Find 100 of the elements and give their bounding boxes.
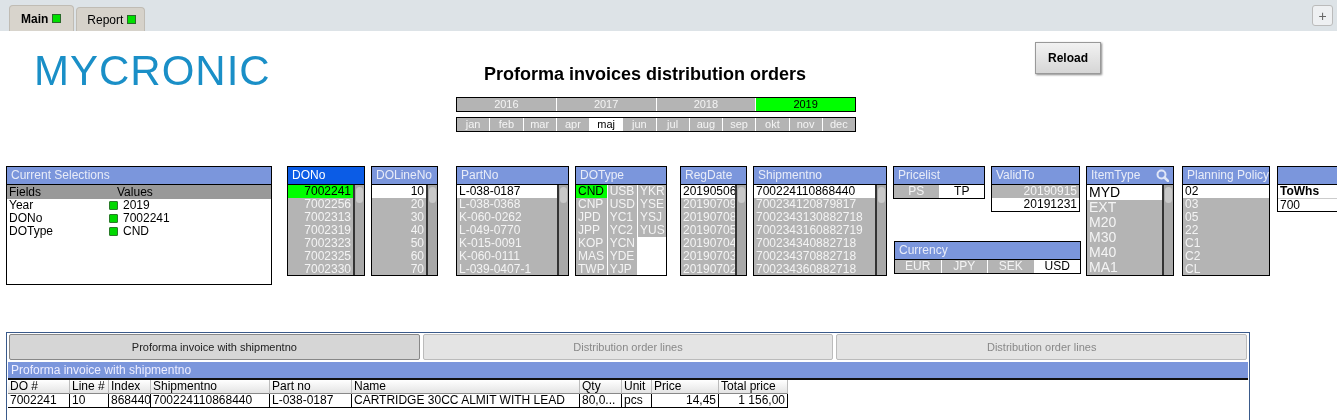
list-item[interactable]: YUS xyxy=(637,224,666,237)
month-item[interactable]: nov xyxy=(788,118,822,131)
scroll-thumb[interactable] xyxy=(356,187,363,203)
list-item[interactable]: M20 xyxy=(1087,215,1162,230)
list-item[interactable]: L-049-0770 xyxy=(457,224,557,237)
list-item[interactable]: 03 xyxy=(1183,198,1269,211)
list-item[interactable]: TWP xyxy=(576,263,607,275)
list-item[interactable]: 05 xyxy=(1183,211,1269,224)
list-item[interactable]: USB xyxy=(606,185,637,198)
scroll-thumb[interactable] xyxy=(738,187,745,203)
list-item[interactable]: 20190506 xyxy=(681,185,735,198)
list-item[interactable]: PS xyxy=(894,185,939,198)
list-item[interactable]: TP xyxy=(938,185,984,198)
list-item[interactable]: KOP xyxy=(576,237,607,250)
list-item[interactable]: K-060-0262 xyxy=(457,211,557,224)
list-item[interactable]: 40 xyxy=(372,224,426,237)
scroll-thumb[interactable] xyxy=(560,187,567,203)
list-item[interactable]: 30 xyxy=(372,211,426,224)
month-item[interactable]: okt xyxy=(755,118,789,131)
list-item[interactable]: 02 xyxy=(1183,185,1269,198)
list-item[interactable]: USD xyxy=(1033,260,1080,273)
list-item[interactable]: C1 xyxy=(1183,237,1269,250)
list-item[interactable]: YC1 xyxy=(606,211,637,224)
list-item[interactable]: 10 xyxy=(372,185,426,198)
list-item[interactable]: YDE xyxy=(606,250,637,263)
view-button[interactable]: Distribution order lines xyxy=(422,334,834,360)
list-item[interactable]: 7002313 xyxy=(288,211,353,224)
list-item[interactable]: L-038-0368 xyxy=(457,198,557,211)
list-item[interactable]: MA1 xyxy=(1087,260,1162,275)
month-item[interactable]: aug xyxy=(688,118,722,131)
list-item[interactable]: 700234370882718 xyxy=(754,250,875,263)
month-item[interactable]: apr xyxy=(555,118,589,131)
scroll-thumb[interactable] xyxy=(429,187,436,203)
list-item[interactable]: SEK xyxy=(987,260,1034,273)
list-item[interactable]: EXT xyxy=(1087,200,1162,215)
scroll-thumb[interactable] xyxy=(878,187,885,203)
month-item[interactable]: jul xyxy=(655,118,689,131)
list-item[interactable]: CND xyxy=(576,185,607,198)
list-item[interactable]: C2 xyxy=(1183,250,1269,263)
list-item[interactable]: 700234120879817 xyxy=(754,198,875,211)
list-item[interactable]: YSJ xyxy=(637,211,666,224)
list-item[interactable]: EUR xyxy=(895,260,941,273)
list-item[interactable]: L-038-0187 xyxy=(457,185,557,198)
month-item[interactable]: jun xyxy=(622,118,656,131)
scrollbar[interactable] xyxy=(557,185,568,275)
list-item[interactable]: K-015-0091 xyxy=(457,237,557,250)
list-item[interactable]: 7002323 xyxy=(288,237,353,250)
list-item[interactable]: 50 xyxy=(372,237,426,250)
year-item[interactable]: 2017 xyxy=(555,98,656,111)
view-button[interactable]: Proforma invoice with shipmentno xyxy=(9,334,420,360)
list-item[interactable]: 20190703 xyxy=(681,250,735,263)
list-item[interactable]: 20190702 xyxy=(681,263,735,275)
list-item[interactable]: 700234360882718 xyxy=(754,263,875,275)
sheet-tab[interactable]: Report xyxy=(76,7,146,31)
list-item[interactable]: YCN xyxy=(606,237,637,250)
list-item[interactable]: 70 xyxy=(372,263,426,275)
list-item[interactable]: 20190709 xyxy=(681,198,735,211)
list-item[interactable]: CL xyxy=(1183,263,1269,275)
add-tab-button[interactable]: + xyxy=(1312,5,1333,26)
month-item[interactable]: jan xyxy=(457,118,490,131)
list-item[interactable]: 20190705 xyxy=(681,224,735,237)
scroll-thumb[interactable] xyxy=(1165,187,1172,203)
list-item[interactable]: MAS xyxy=(576,250,607,263)
scrollbar[interactable] xyxy=(1162,185,1173,275)
list-item[interactable]: 20190708 xyxy=(681,211,735,224)
list-item[interactable]: YSE xyxy=(637,198,666,211)
list-item[interactable]: 7002330 xyxy=(288,263,353,275)
list-item[interactable]: 22 xyxy=(1183,224,1269,237)
month-item[interactable]: feb xyxy=(489,118,523,131)
scrollbar[interactable] xyxy=(875,185,886,275)
list-item[interactable]: 20190915 xyxy=(992,185,1079,198)
list-item[interactable]: 7002319 xyxy=(288,224,353,237)
list-item[interactable]: 700234340882718 xyxy=(754,237,875,250)
reload-button[interactable]: Reload xyxy=(1035,42,1101,74)
list-item[interactable]: YKR xyxy=(637,185,666,198)
list-item[interactable]: MYD xyxy=(1087,185,1162,200)
sheet-tab[interactable]: Main xyxy=(9,5,75,31)
scrollbar[interactable] xyxy=(735,185,746,275)
scrollbar[interactable] xyxy=(426,185,437,275)
list-item[interactable]: 60 xyxy=(372,250,426,263)
list-item[interactable]: CNP xyxy=(576,198,607,211)
list-item[interactable]: 7002343160882719 xyxy=(754,224,875,237)
list-item[interactable]: JPP xyxy=(576,224,607,237)
year-item[interactable]: 2018 xyxy=(655,98,756,111)
view-button[interactable]: Distribution order lines xyxy=(836,334,1247,360)
list-item[interactable]: M30 xyxy=(1087,230,1162,245)
list-item[interactable]: YJP xyxy=(606,263,637,275)
list-item[interactable]: 7002325 xyxy=(288,250,353,263)
list-item[interactable]: 7002256 xyxy=(288,198,353,211)
list-item[interactable]: 20191231 xyxy=(992,198,1079,211)
month-item[interactable]: mar xyxy=(522,118,556,131)
list-item[interactable]: K-060-0111 xyxy=(457,250,557,263)
scrollbar[interactable] xyxy=(353,185,364,275)
list-item[interactable]: USD xyxy=(606,198,637,211)
list-item[interactable]: M40 xyxy=(1087,245,1162,260)
month-item[interactable]: dec xyxy=(821,118,855,131)
list-item[interactable]: YC2 xyxy=(606,224,637,237)
list-item[interactable]: 20 xyxy=(372,198,426,211)
year-item[interactable]: 2016 xyxy=(457,98,556,111)
year-item[interactable]: 2019 xyxy=(755,98,855,111)
